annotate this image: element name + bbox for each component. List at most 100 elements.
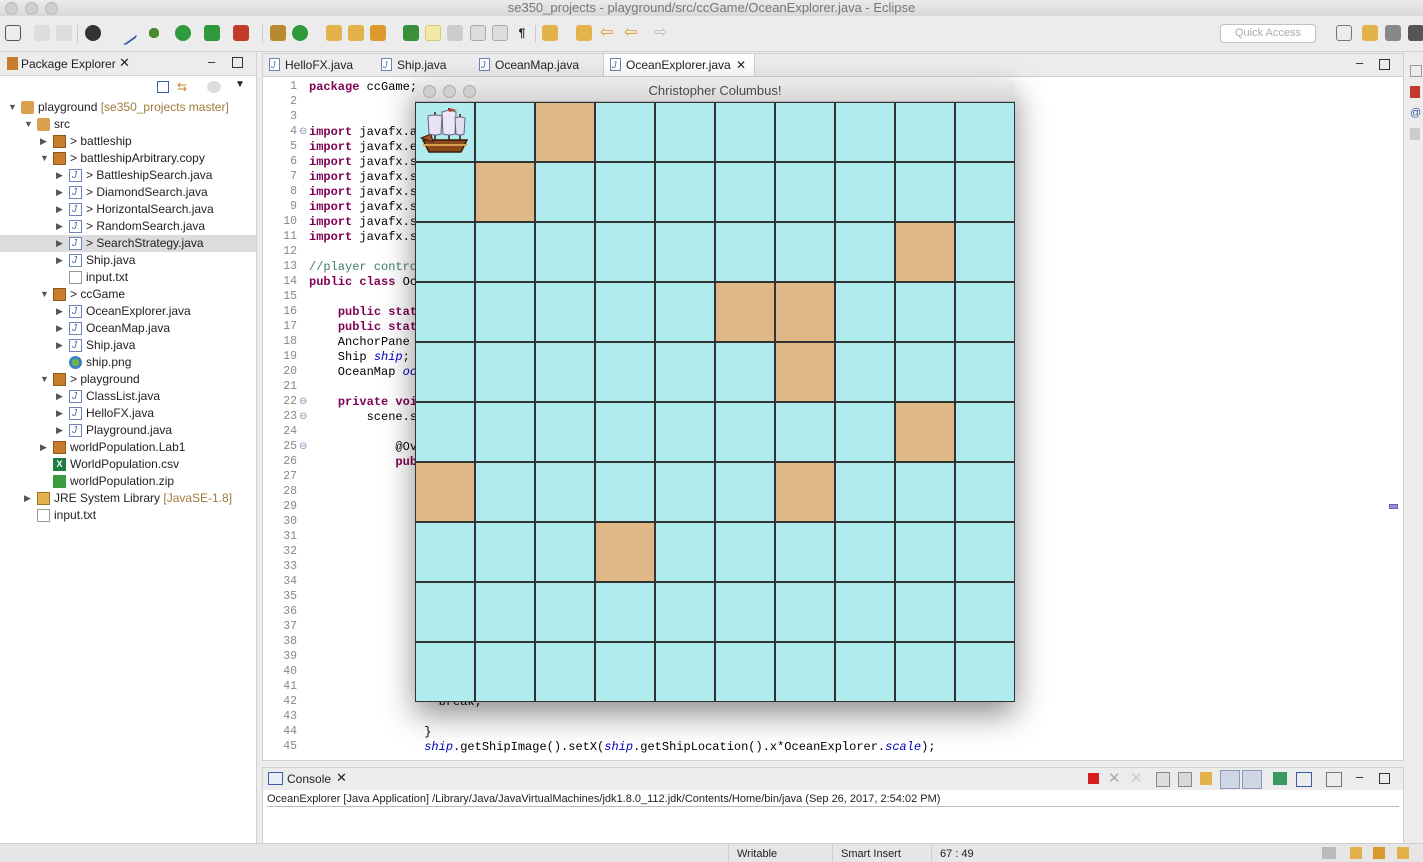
open-console-icon[interactable] — [1326, 772, 1342, 787]
java-perspective-icon[interactable] — [1385, 25, 1401, 41]
tree-item[interactable]: worldPopulation.zip — [0, 473, 256, 490]
tree-item[interactable]: ▼ > battleshipArbitrary.copy — [0, 150, 256, 167]
fold-toggle-icon[interactable]: ⊖ — [299, 126, 307, 137]
focus-on-task-icon[interactable] — [207, 81, 221, 93]
collapse-arrow-icon[interactable]: ▼ — [40, 150, 49, 167]
tree-item[interactable]: ▶ > DiamondSearch.java — [0, 184, 256, 201]
tree-item[interactable]: ▶ Ship.java — [0, 252, 256, 269]
tree-item[interactable]: ▶ > RandomSearch.java — [0, 218, 256, 235]
paragraph-icon[interactable]: ¶ — [514, 25, 530, 41]
tree-item[interactable]: ▼ > ccGame — [0, 286, 256, 303]
tree-item[interactable]: ▶ > BattleshipSearch.java — [0, 167, 256, 184]
ocean-grid[interactable] — [415, 102, 1015, 702]
game-close-button[interactable] — [423, 85, 436, 98]
remove-all-terminated-icon[interactable]: ✕ — [1130, 769, 1143, 787]
notifications-icon[interactable] — [1373, 847, 1385, 859]
expand-arrow-icon[interactable]: ▶ — [56, 252, 63, 269]
zoom-window-button[interactable] — [45, 2, 58, 15]
back-icon[interactable]: ⇦ — [600, 25, 616, 41]
expand-arrow-icon[interactable]: ▶ — [56, 320, 63, 337]
link-with-editor-icon[interactable]: ⇆ — [177, 81, 191, 93]
coverage-icon[interactable] — [204, 25, 220, 41]
mark-occurrences-icon[interactable] — [425, 25, 441, 41]
maximize-console-icon[interactable] — [1379, 773, 1390, 784]
expand-arrow-icon[interactable]: ▶ — [24, 490, 31, 507]
progress-icon[interactable] — [1322, 847, 1336, 859]
tree-item[interactable]: ▶ JRE System Library [JavaSE-1.8] — [0, 490, 256, 507]
external-tools-icon[interactable] — [233, 25, 249, 41]
tree-item[interactable]: ▶ worldPopulation.Lab1 — [0, 439, 256, 456]
java-ee-perspective-icon[interactable] — [1362, 25, 1378, 41]
expand-arrow-icon[interactable]: ▶ — [56, 422, 63, 439]
debug-perspective-switch-icon[interactable] — [1408, 25, 1423, 41]
expand-arrow-icon[interactable]: ▶ — [40, 133, 47, 150]
expand-arrow-icon[interactable]: ▶ — [56, 201, 63, 218]
tab-oceanmap[interactable]: OceanMap.java — [473, 54, 603, 76]
tree-item[interactable]: input.txt — [0, 269, 256, 286]
tree-item[interactable]: ▶ OceanMap.java — [0, 320, 256, 337]
tree-item[interactable]: ▼ playground [se350_projects master] — [0, 99, 256, 116]
new-class-icon[interactable] — [292, 25, 308, 41]
tree-item[interactable]: ▶ > battleship — [0, 133, 256, 150]
debug-perspective-icon[interactable] — [85, 25, 101, 41]
remove-launch-icon[interactable]: ✕ — [1108, 769, 1121, 787]
new-java-project-icon[interactable] — [270, 25, 286, 41]
tab-hellofx[interactable]: HelloFX.java — [263, 54, 373, 76]
maximize-view-icon[interactable] — [232, 57, 243, 68]
outline-icon[interactable] — [1410, 86, 1420, 98]
close-view-icon[interactable]: ✕ — [119, 55, 130, 71]
fold-toggle-icon[interactable]: ⊖ — [299, 396, 307, 407]
search-icon[interactable] — [370, 25, 386, 41]
expand-arrow-icon[interactable]: ▶ — [56, 167, 63, 184]
tree-item[interactable]: ▶ OceanExplorer.java — [0, 303, 256, 320]
tree-item[interactable]: input.txt — [0, 507, 256, 524]
next-edit-icon[interactable] — [542, 25, 558, 41]
tree-item[interactable]: ▶ Ship.java — [0, 337, 256, 354]
terminate-icon[interactable] — [1088, 773, 1099, 784]
new-icon[interactable] — [5, 25, 21, 41]
tree-item[interactable]: ▶ > SearchStrategy.java — [0, 235, 256, 252]
show-whitespace-icon[interactable] — [470, 25, 486, 41]
view-menu-icon[interactable]: ▼ — [235, 79, 245, 90]
tab-ship[interactable]: Ship.java — [375, 54, 473, 76]
close-console-icon[interactable]: ✕ — [336, 770, 347, 786]
show-on-stdout-icon[interactable] — [1220, 770, 1240, 789]
tree-item[interactable]: X WorldPopulation.csv — [0, 456, 256, 473]
fold-toggle-icon[interactable]: ⊖ — [299, 411, 307, 422]
collapse-arrow-icon[interactable]: ▼ — [40, 371, 49, 388]
tree-item[interactable]: ship.png — [0, 354, 256, 371]
word-wrap-icon[interactable] — [1200, 772, 1212, 785]
tree-item[interactable]: ▶ HelloFX.java — [0, 405, 256, 422]
expand-arrow-icon[interactable]: ▶ — [56, 184, 63, 201]
last-edit-icon[interactable] — [576, 25, 592, 41]
tree-item[interactable]: ▼ src — [0, 116, 256, 133]
minimize-window-button[interactable] — [25, 2, 38, 15]
expand-arrow-icon[interactable]: ▶ — [40, 439, 47, 456]
tasks-icon[interactable] — [1350, 847, 1362, 859]
expand-arrow-icon[interactable]: ▶ — [56, 388, 63, 405]
expand-arrow-icon[interactable]: ▶ — [56, 405, 63, 422]
back-history-icon[interactable]: ⇦ — [624, 25, 640, 41]
game-zoom-button[interactable] — [463, 85, 476, 98]
tree-item[interactable]: ▶ > HorizontalSearch.java — [0, 201, 256, 218]
open-task-icon[interactable] — [348, 25, 364, 41]
forward-icon[interactable]: ⇨ — [654, 25, 670, 41]
pin-console-icon[interactable] — [1273, 772, 1287, 785]
collapse-all-icon[interactable] — [157, 81, 169, 93]
declaration-icon[interactable] — [1410, 128, 1420, 140]
block-selection-icon[interactable] — [447, 25, 463, 41]
tree-item[interactable]: ▶ Playground.java — [0, 422, 256, 439]
expand-arrow-icon[interactable]: ▶ — [56, 235, 63, 252]
close-tab-icon[interactable]: ✕ — [736, 54, 746, 76]
expand-arrow-icon[interactable]: ▶ — [56, 218, 63, 235]
open-perspective-icon[interactable] — [1336, 25, 1352, 41]
skip-breakpoints-icon[interactable] — [114, 22, 138, 46]
save-all-icon[interactable] — [56, 25, 72, 41]
show-on-stderr-icon[interactable] — [1242, 770, 1262, 789]
clear-console-icon[interactable] — [1156, 772, 1170, 787]
run-icon[interactable] — [175, 25, 191, 41]
close-window-button[interactable] — [5, 2, 18, 15]
next-annotation-icon[interactable] — [403, 25, 419, 41]
display-selected-console-icon[interactable] — [1296, 772, 1312, 787]
minimize-console-icon[interactable]: – — [1356, 769, 1363, 784]
